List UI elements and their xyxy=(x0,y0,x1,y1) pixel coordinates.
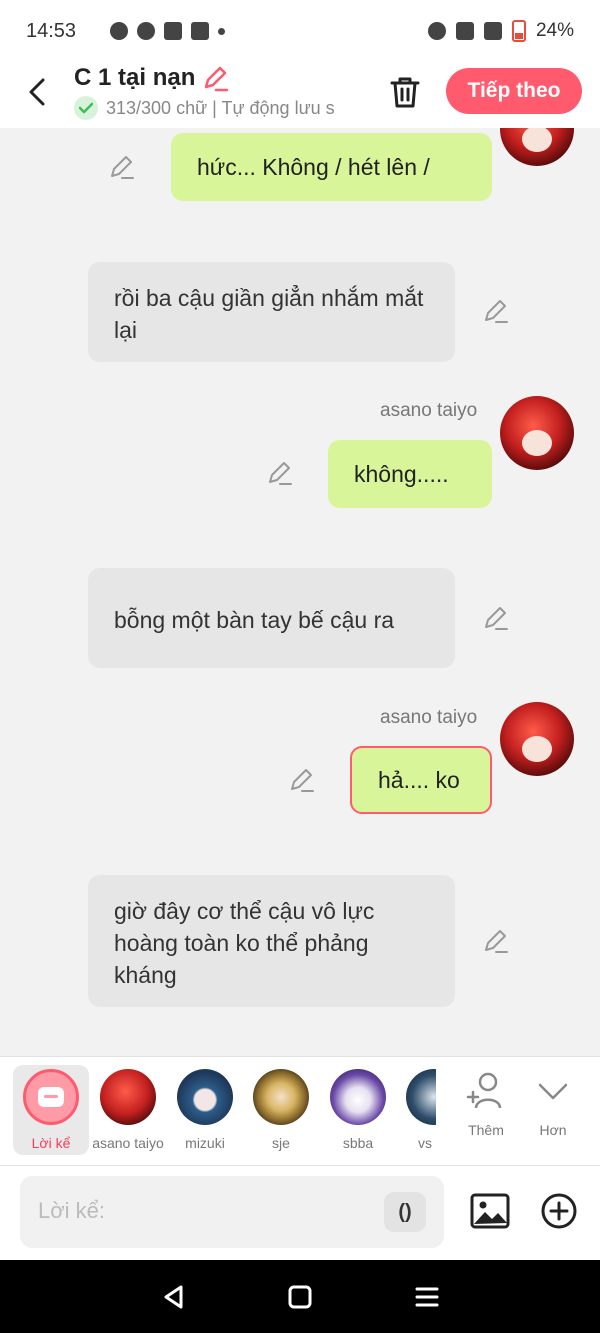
character-label: Lời kể xyxy=(31,1135,71,1151)
add-person-icon xyxy=(466,1072,502,1109)
data-saver-icon xyxy=(427,22,446,40)
add-character-button[interactable]: Thêm xyxy=(453,1071,519,1138)
plus-circle-icon[interactable] xyxy=(540,1192,578,1230)
nav-menu-button[interactable] xyxy=(412,1282,442,1312)
word-count-autosave: 313/300 chữ | Tự động lưu s xyxy=(106,97,335,118)
shopping-bag-icon xyxy=(191,22,209,40)
trash-icon xyxy=(390,77,420,108)
edit-icon[interactable] xyxy=(482,297,510,325)
status-time: 14:53 xyxy=(26,19,77,42)
avatar xyxy=(100,1069,156,1125)
more-label: Hơn xyxy=(539,1122,567,1138)
battery-level: 24% xyxy=(535,20,574,41)
nav-home-button[interactable] xyxy=(285,1282,315,1312)
image-icon[interactable] xyxy=(470,1192,510,1230)
system-nav-bar xyxy=(0,1260,600,1333)
avatar[interactable] xyxy=(500,702,574,776)
messenger-icon xyxy=(137,22,155,40)
next-button[interactable]: Tiếp theo xyxy=(446,68,582,114)
add-label: Thêm xyxy=(468,1122,504,1138)
check-icon xyxy=(74,96,98,120)
character-sbba[interactable]: sbba xyxy=(320,1065,396,1155)
story-chat: hức... Không / hét lên / rồi ba cậu giần… xyxy=(0,128,600,1056)
missed-call-icon xyxy=(164,22,182,40)
narration-bubble[interactable]: bỗng một bàn tay bế cậu ra xyxy=(88,568,455,668)
notification-icons xyxy=(110,22,225,40)
avatar[interactable] xyxy=(500,128,574,166)
character-label: asano taiyo xyxy=(92,1135,164,1151)
narration-bubble[interactable]: giờ đây cơ thể cậu vô lực hoàng toàn ko … xyxy=(88,875,455,1007)
parentheses-button[interactable]: () xyxy=(384,1192,426,1232)
avatar[interactable] xyxy=(500,396,574,470)
battery-icon xyxy=(511,20,526,42)
character-narrator[interactable]: Lời kể xyxy=(13,1065,89,1155)
narrator-avatar xyxy=(23,1069,79,1125)
message-text: hả.... ko xyxy=(378,767,460,793)
character-label: sje xyxy=(272,1135,290,1151)
status-bar: 14:53 24% xyxy=(0,0,600,62)
avatar xyxy=(330,1069,386,1125)
character-vs[interactable]: vs xyxy=(396,1065,436,1155)
more-button[interactable]: Hơn xyxy=(520,1071,586,1138)
message-text: không..... xyxy=(354,461,449,487)
character-label: mizuki xyxy=(185,1135,225,1151)
nav-back-button[interactable] xyxy=(158,1282,188,1312)
edit-icon[interactable] xyxy=(482,604,510,632)
character-selector: Lời kể asano taiyo mizuki sje sbba vs Th… xyxy=(0,1056,600,1166)
character-mizuki[interactable]: mizuki xyxy=(167,1065,243,1155)
narration-icon xyxy=(38,1087,64,1107)
message-text: hức... Không / hét lên / xyxy=(197,154,430,180)
subtitle-row: 313/300 chữ | Tự động lưu s xyxy=(74,96,364,120)
triangle-back-icon xyxy=(164,1285,183,1308)
avatar xyxy=(406,1069,436,1125)
editor-header: C 1 tại nạn 313/300 chữ | Tự động lưu s … xyxy=(0,62,600,128)
speaker-name: asano taiyo xyxy=(380,400,478,421)
messenger-icon xyxy=(110,22,128,40)
mute-icon xyxy=(455,22,474,40)
input-placeholder: Lời kể: xyxy=(38,1198,106,1223)
message-text: bỗng một bàn tay bế cậu ra xyxy=(114,607,395,633)
chapter-title: C 1 tại nạn xyxy=(74,64,196,91)
avatar xyxy=(177,1069,233,1125)
delete-button[interactable] xyxy=(386,72,424,112)
message-text: rồi ba cậu giần giẳn nhắm mắt lại xyxy=(114,285,424,343)
input-bar: Lời kể: () xyxy=(0,1166,600,1260)
chevron-down-icon xyxy=(538,1083,568,1100)
edit-icon[interactable] xyxy=(108,153,136,181)
menu-icon xyxy=(415,1287,439,1306)
back-arrow-icon xyxy=(29,78,45,106)
more-dot-icon xyxy=(218,27,225,35)
character-label: sbba xyxy=(342,1135,374,1151)
square-home-icon xyxy=(288,1285,312,1308)
message-bubble-selected[interactable]: hả.... ko xyxy=(350,746,492,814)
message-bubble[interactable]: hức... Không / hét lên / xyxy=(171,133,492,201)
edit-icon[interactable] xyxy=(482,927,510,955)
title-row: C 1 tại nạn xyxy=(74,64,229,92)
message-text: giờ đây cơ thể cậu vô lực hoàng toàn ko … xyxy=(114,898,375,988)
narration-input[interactable]: Lời kể: () xyxy=(20,1176,444,1248)
edit-icon[interactable] xyxy=(266,459,294,487)
message-bubble[interactable]: không..... xyxy=(328,440,492,508)
back-button[interactable] xyxy=(20,72,54,112)
signal-icon xyxy=(483,22,502,40)
character-label: vs xyxy=(418,1135,432,1151)
edit-title-icon[interactable] xyxy=(201,64,229,92)
status-right: 24% xyxy=(427,20,574,42)
character-sje[interactable]: sje xyxy=(243,1065,319,1155)
narration-bubble[interactable]: rồi ba cậu giần giẳn nhắm mắt lại xyxy=(88,262,455,362)
avatar xyxy=(253,1069,309,1125)
edit-icon[interactable] xyxy=(288,766,316,794)
character-asano-taiyo[interactable]: asano taiyo xyxy=(90,1065,166,1155)
speaker-name: asano taiyo xyxy=(380,707,478,728)
